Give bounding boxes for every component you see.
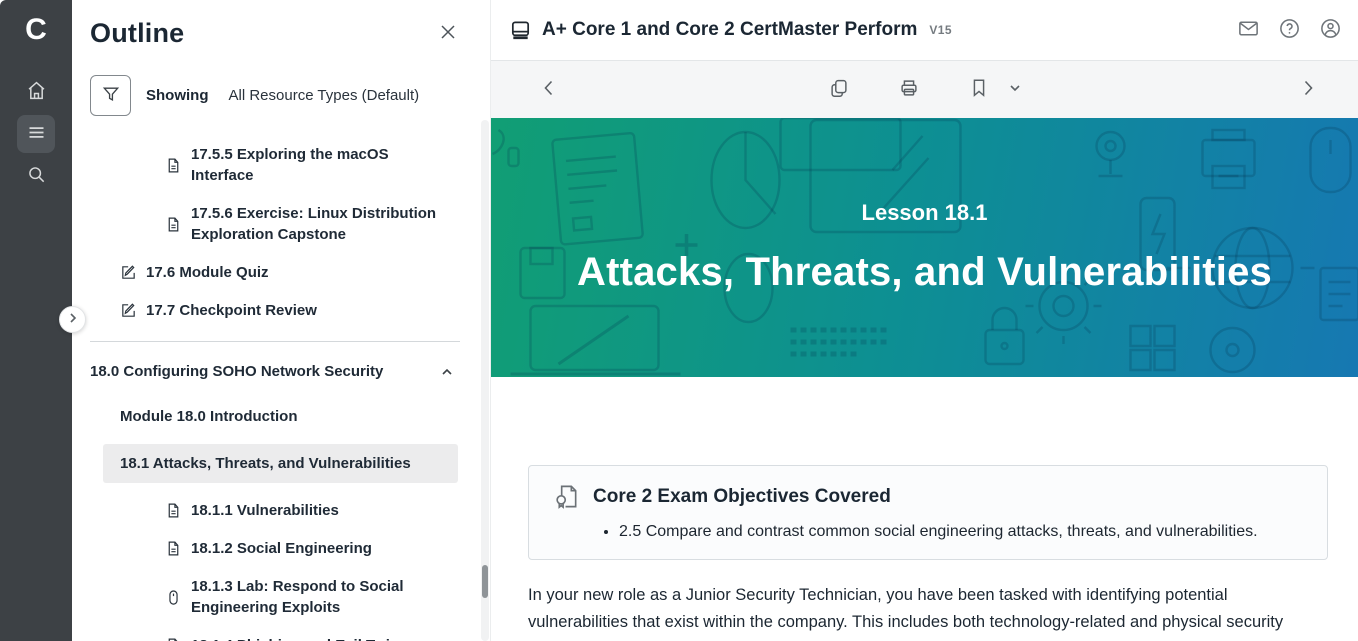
outline-item[interactable]: Module 18.0 Introduction	[90, 406, 460, 427]
quiz-icon	[120, 302, 137, 319]
lesson-body: Core 2 Exam Objectives Covered 2.5 Compa…	[491, 377, 1358, 641]
search-icon	[26, 164, 47, 188]
outline-item-label: Module 18.0 Introduction	[120, 408, 298, 425]
chevron-right-icon	[67, 312, 79, 327]
outline-item-label: 17.7 Checkpoint Review	[146, 302, 317, 319]
outline-item-label: 17.6 Module Quiz	[146, 264, 269, 281]
copy-icon	[828, 77, 850, 102]
previous-page-button[interactable]	[539, 78, 559, 101]
outline-scrollbar[interactable]	[481, 120, 489, 641]
rail-nav	[17, 73, 55, 195]
outline-item[interactable]: 18.1 Attacks, Threats, and Vulnerabiliti…	[103, 444, 458, 483]
chevron-down-icon	[1008, 81, 1022, 98]
outline-item-label: 18.1.4 Phishing and Evil Twins	[191, 635, 407, 641]
home-icon	[26, 80, 47, 104]
chevron-right-icon	[1298, 78, 1318, 101]
app-window: C Outline Showing All Resource Types (De…	[0, 0, 1358, 641]
resource-filter-row: Showing All Resource Types (Default)	[90, 75, 460, 116]
close-icon	[438, 25, 458, 45]
document-icon	[165, 637, 182, 641]
document-icon	[165, 540, 182, 557]
showing-label: Showing	[146, 87, 209, 104]
help-button[interactable]	[1278, 17, 1301, 43]
outline-item[interactable]: 18.1.1 Vulnerabilities	[90, 500, 460, 521]
help-icon	[1278, 17, 1301, 43]
outline-title: Outline	[90, 18, 185, 48]
certificate-icon	[553, 483, 580, 510]
print-button[interactable]	[898, 77, 920, 102]
outline-menu-button[interactable]	[17, 115, 55, 153]
quiz-icon	[120, 264, 137, 281]
outline-item[interactable]: 18.1.3 Lab: Respond to Social Engineerin…	[90, 576, 460, 618]
course-title: A+ Core 1 and Core 2 CertMaster Perform	[542, 19, 918, 40]
lesson-number: Lesson 18.1	[861, 200, 988, 225]
document-icon	[165, 502, 182, 519]
copy-button[interactable]	[828, 77, 850, 102]
outline-panel: Outline Showing All Resource Types (Defa…	[72, 0, 490, 641]
menu-icon	[26, 122, 47, 146]
outline-item-label: 18.1 Attacks, Threats, and Vulnerabiliti…	[120, 455, 411, 472]
outline-item-label: 18.1.1 Vulnerabilities	[191, 502, 339, 519]
document-icon	[165, 157, 182, 174]
close-outline-button[interactable]	[438, 22, 458, 45]
messages-button[interactable]	[1237, 17, 1260, 43]
bookmark-menu-button[interactable]	[1008, 81, 1022, 98]
bookmark-group	[944, 77, 1046, 102]
lesson-toolbar	[491, 61, 1358, 118]
outline-item-label: 17.5.5 Exploring the macOS Interface	[191, 146, 389, 184]
outline-section-header[interactable]: 18.0 Configuring SOHO Network Security	[90, 361, 460, 382]
print-icon	[898, 77, 920, 102]
outline-item-label: 18.1.2 Social Engineering	[191, 540, 372, 557]
outline-item[interactable]: 18.1.2 Social Engineering	[90, 538, 460, 559]
account-button[interactable]	[1319, 17, 1342, 43]
outline-item[interactable]: 17.7 Checkpoint Review	[90, 300, 460, 321]
account-icon	[1319, 17, 1342, 43]
course-version-badge: V15	[929, 23, 952, 37]
lesson-title: Attacks, Threats, and Vulnerabilities	[576, 250, 1273, 294]
lesson-banner: Lesson 18.1 Attacks, Threats, and Vulner…	[491, 118, 1358, 377]
outline-tree: 17.5.5 Exploring the macOS Interface 17.5…	[90, 144, 460, 641]
header-actions	[1237, 17, 1342, 43]
tech-pattern-illustration	[491, 118, 1358, 376]
document-icon	[165, 216, 182, 233]
next-page-button[interactable]	[1298, 78, 1318, 101]
outline-item[interactable]: 17.6 Module Quiz	[90, 262, 460, 283]
toolbar-center-group	[804, 77, 1046, 102]
outline-item-label: 18.0 Configuring SOHO Network Security	[90, 363, 384, 380]
outline-item-label: 18.1.3 Lab: Respond to Social Engineerin…	[191, 578, 404, 616]
bookmark-button[interactable]	[968, 77, 990, 102]
objective-bullet: 2.5 Compare and contrast common social e…	[619, 520, 1307, 544]
outline-item[interactable]: 17.5.6 Exercise: Linux Distribution Expl…	[90, 203, 460, 245]
filter-button[interactable]	[90, 75, 131, 116]
course-icon	[509, 19, 532, 42]
objectives-list: 2.5 Compare and contrast common social e…	[619, 520, 1307, 544]
outline-divider	[90, 341, 460, 342]
course-title-group: A+ Core 1 and Core 2 CertMaster Perform …	[509, 19, 952, 42]
intro-paragraph: In your new role as a Junior Security Te…	[528, 586, 1291, 641]
search-button[interactable]	[17, 157, 55, 195]
home-button[interactable]	[17, 73, 55, 111]
collapse-outline-button[interactable]	[59, 306, 86, 333]
mouse-icon	[165, 589, 182, 606]
chevron-left-icon	[539, 78, 559, 101]
bookmark-icon	[968, 77, 990, 102]
filter-value[interactable]: All Resource Types (Default)	[229, 87, 420, 104]
funnel-icon	[101, 84, 121, 107]
scrollbar-thumb[interactable]	[482, 565, 488, 598]
outline-item[interactable]: 17.5.5 Exploring the macOS Interface	[90, 144, 460, 186]
outline-item[interactable]: 18.1.4 Phishing and Evil Twins	[90, 635, 460, 641]
content-header: A+ Core 1 and Core 2 CertMaster Perform …	[491, 0, 1358, 61]
chevron-up-icon[interactable]	[440, 365, 454, 379]
outline-item-label: 17.5.6 Exercise: Linux Distribution Expl…	[191, 205, 437, 243]
mail-icon	[1237, 17, 1260, 43]
comptia-logo[interactable]: C	[25, 10, 47, 50]
exam-objectives-box: Core 2 Exam Objectives Covered 2.5 Compa…	[528, 465, 1328, 560]
objectives-title: Core 2 Exam Objectives Covered	[593, 485, 891, 507]
content-area: A+ Core 1 and Core 2 CertMaster Perform …	[490, 0, 1358, 641]
